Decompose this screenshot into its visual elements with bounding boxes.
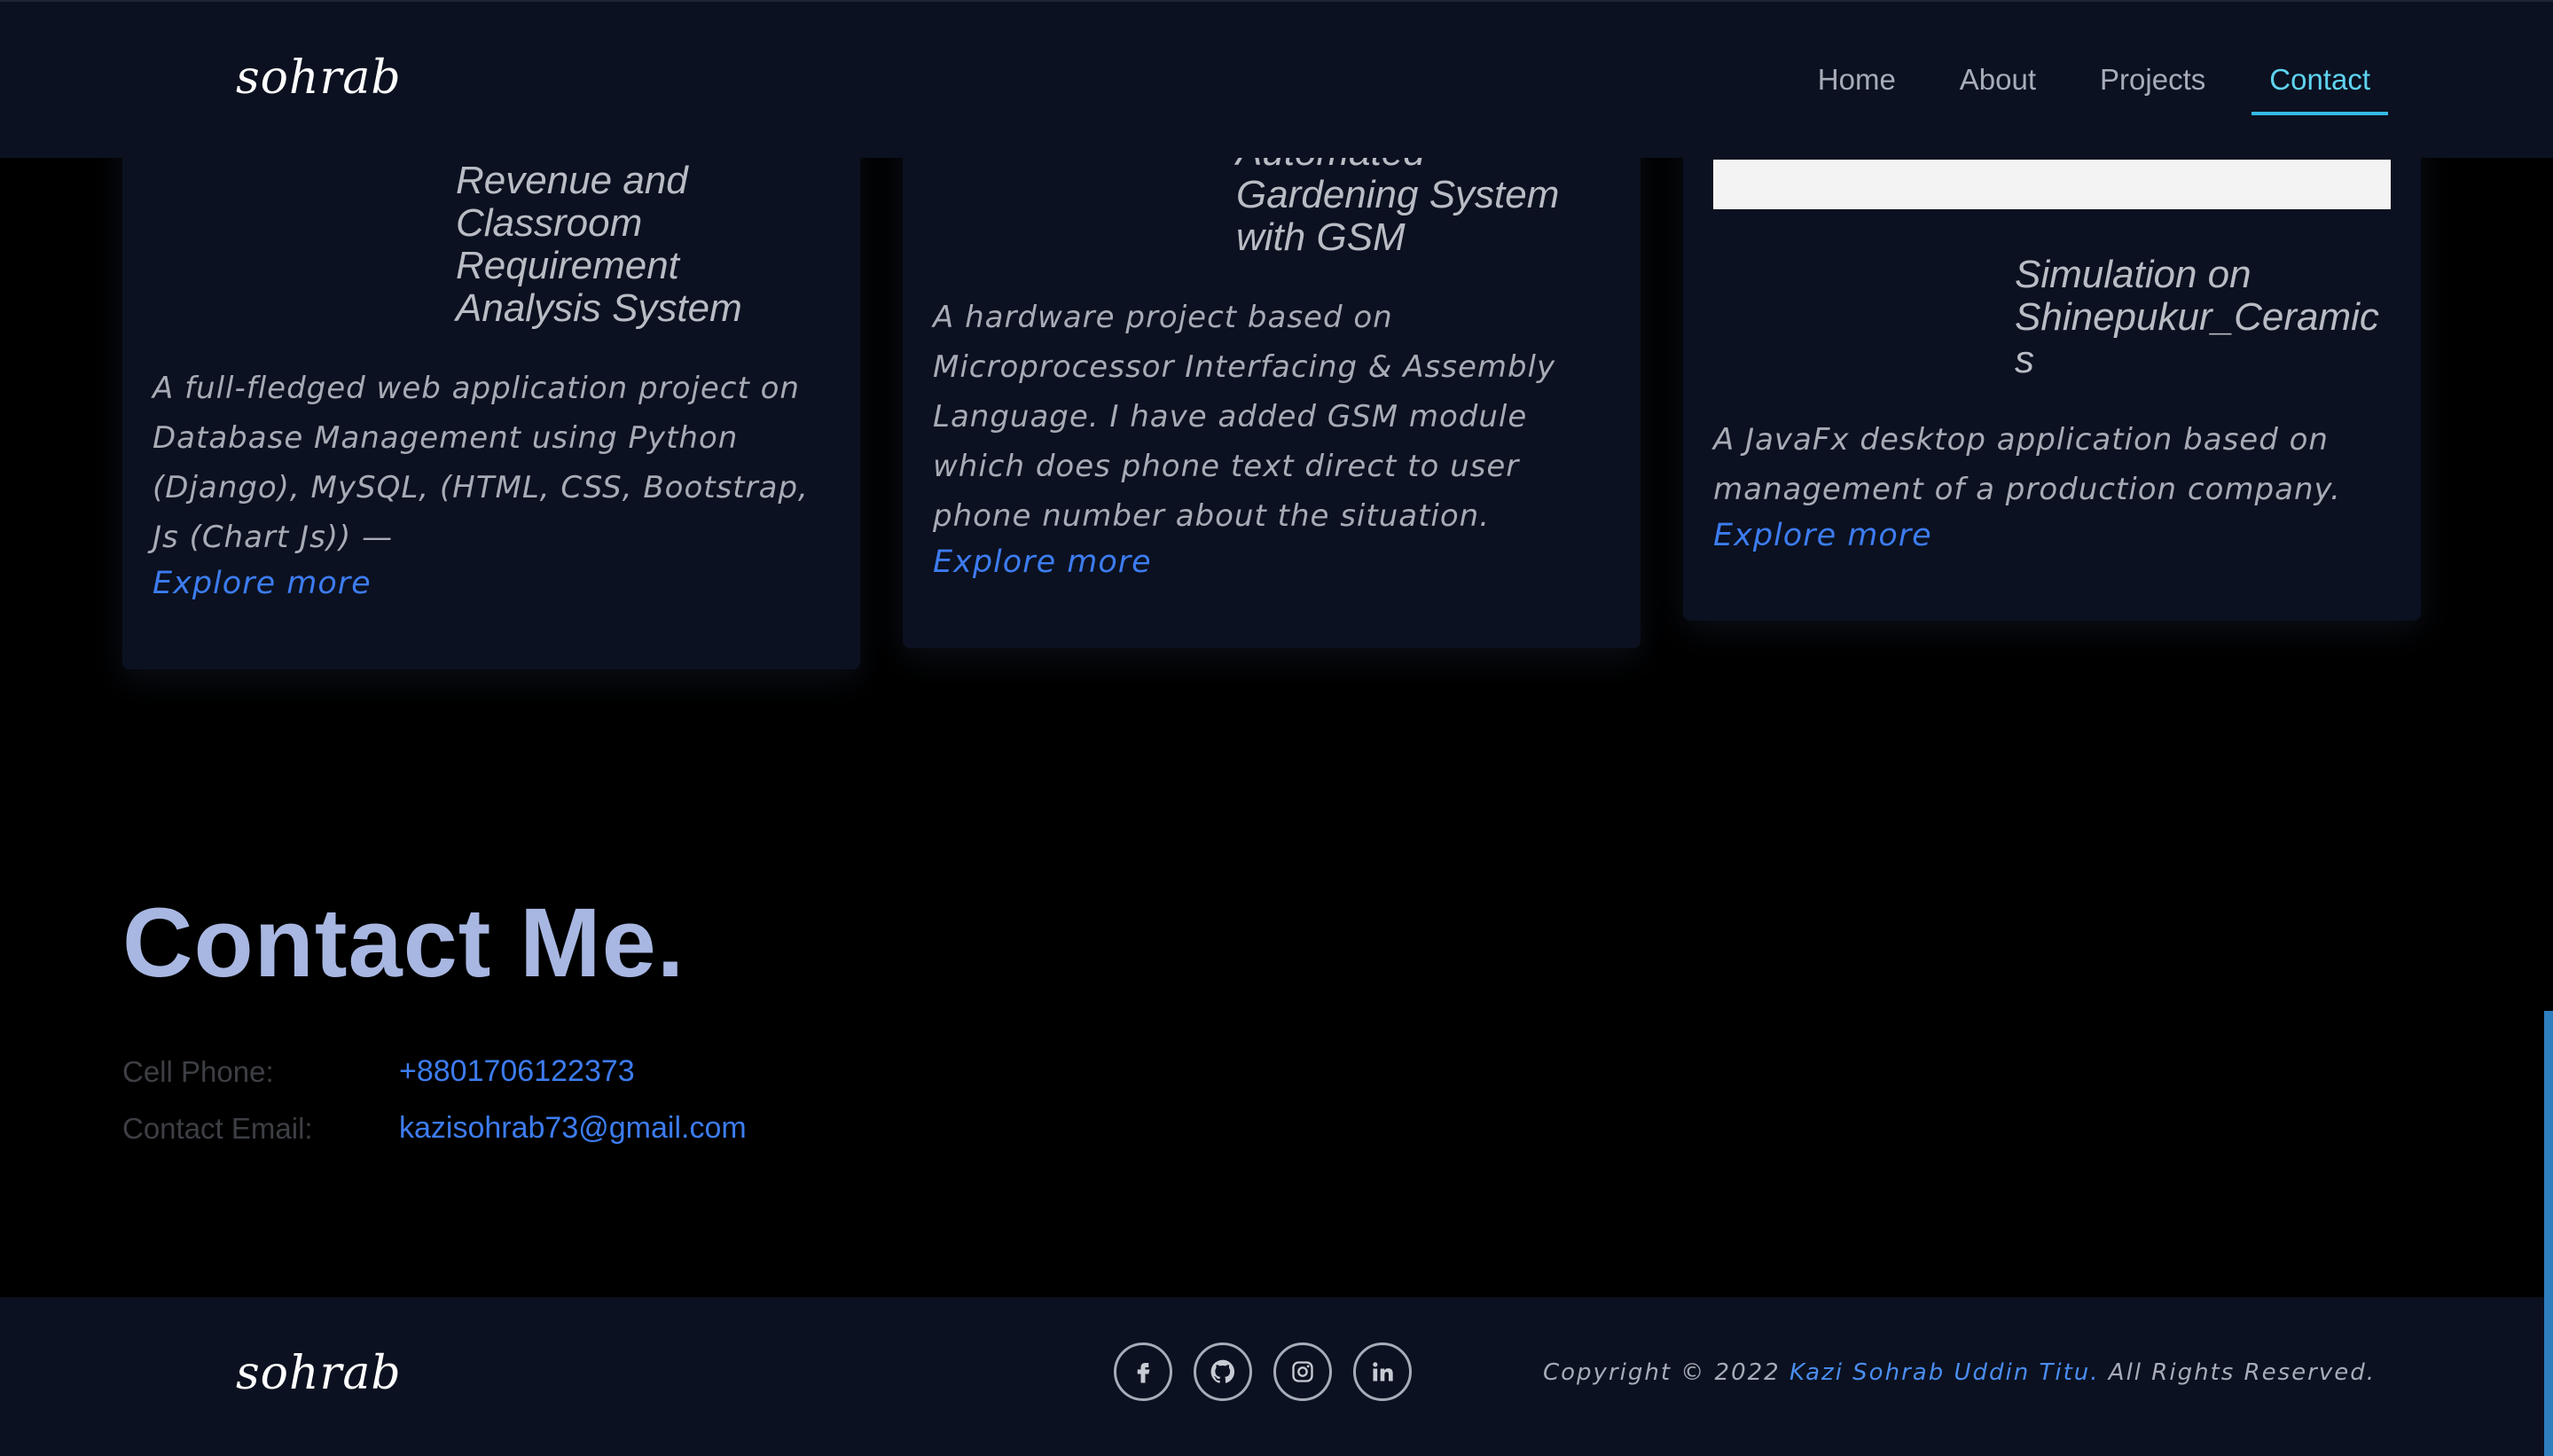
phone-link[interactable]: +8801706122373 (399, 1054, 635, 1089)
project-description: A hardware project based on Microprocess… (933, 300, 1556, 534)
nav-home[interactable]: Home (1786, 57, 1928, 115)
project-description: A JavaFx desktop application based on ma… (1713, 422, 2341, 507)
copyright-suffix: All Rights Reserved. (2099, 1359, 2376, 1386)
project-description: A full-fledged web application project o… (153, 371, 809, 555)
project-card: Revenue and Classroom Requirement Analys… (122, 106, 860, 669)
nav-projects[interactable]: Projects (2068, 57, 2237, 115)
footer-logo[interactable]: sohrab (236, 1347, 402, 1400)
explore-more-link[interactable]: Explore more (153, 566, 372, 601)
copyright-prefix: Copyright © 2022 (1542, 1359, 1789, 1386)
top-navbar: sohrab Home About Projects Contact (0, 0, 2553, 158)
scrollbar-track[interactable] (2544, 0, 2553, 1456)
project-card: Simulation on Shinepukur_Ceramic s A Jav… (1683, 106, 2421, 621)
email-label: Contact Email: (122, 1112, 313, 1145)
linkedin-icon[interactable] (1353, 1342, 1412, 1401)
nav-about[interactable]: About (1928, 57, 2068, 115)
project-title: Simulation on Shinepukur_Ceramic s (2015, 253, 2379, 381)
main-nav: Home About Projects Contact (1786, 57, 2402, 115)
contact-heading: Contact Me. (122, 888, 685, 998)
author-link[interactable]: Kazi Sohrab Uddin Titu. (1789, 1359, 2100, 1386)
phone-label: Cell Phone: (122, 1055, 274, 1088)
email-link[interactable]: kazisohrab73@gmail.com (399, 1111, 747, 1146)
scrollbar-thumb[interactable] (2544, 1011, 2553, 1456)
footer: sohrab Copyright © 2022 Kazi Sohrab Uddi… (0, 1297, 2544, 1456)
explore-more-link[interactable]: Explore more (933, 544, 1152, 580)
project-image (1713, 160, 2391, 209)
project-title: Revenue and Classroom Requirement Analys… (456, 159, 742, 330)
github-icon[interactable] (1194, 1342, 1252, 1401)
instagram-icon[interactable] (1273, 1342, 1332, 1401)
facebook-icon[interactable] (1114, 1342, 1172, 1401)
project-card: Automated Gardening System with GSM A ha… (903, 106, 1641, 648)
site-logo[interactable]: sohrab (236, 51, 402, 105)
nav-contact[interactable]: Contact (2237, 57, 2402, 115)
explore-more-link[interactable]: Explore more (1713, 518, 1932, 553)
copyright: Copyright © 2022 Kazi Sohrab Uddin Titu.… (1543, 1359, 2376, 1386)
social-links (1114, 1342, 1412, 1401)
